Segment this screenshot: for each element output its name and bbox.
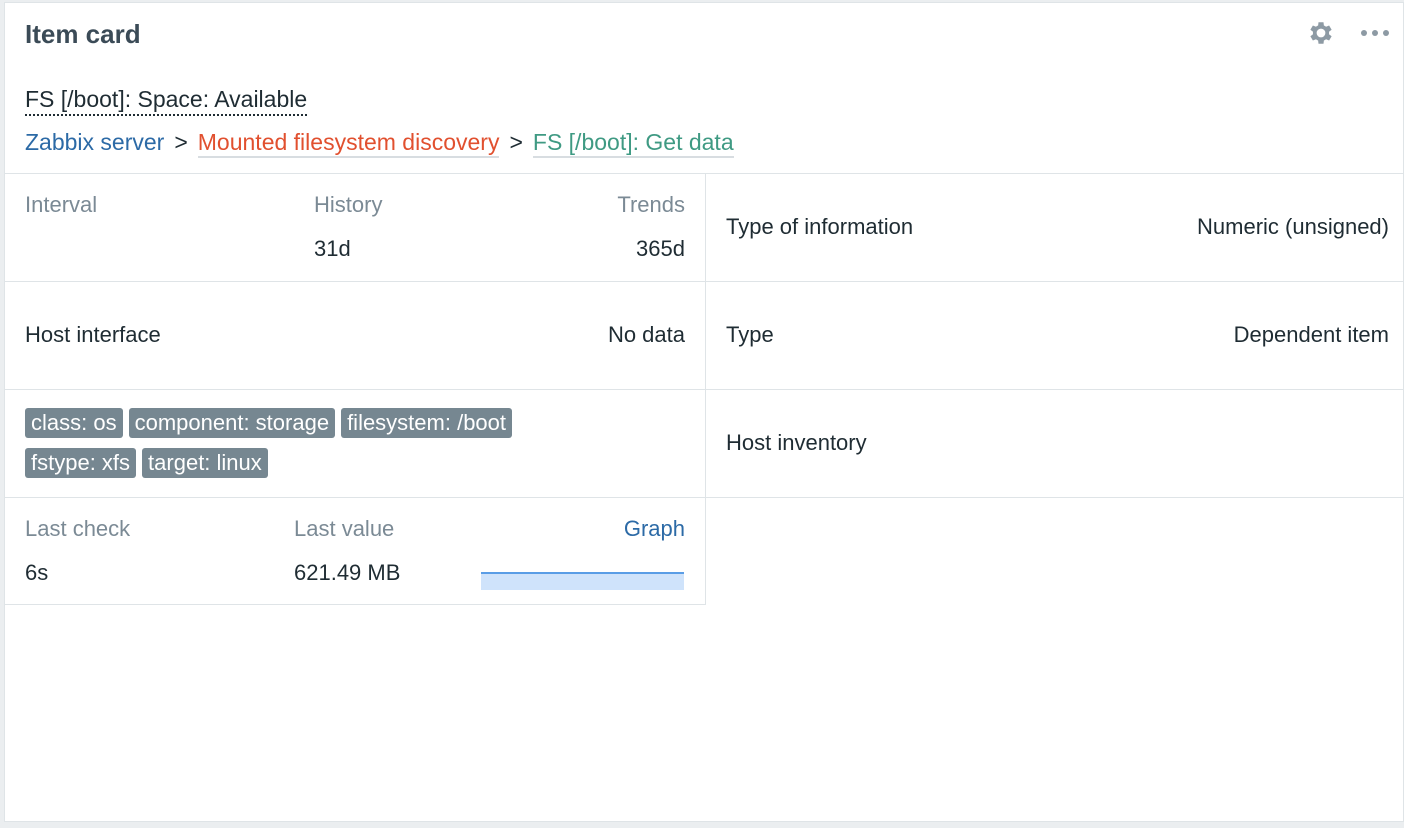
type-of-information-value: Numeric (unsigned) [1197,214,1389,239]
empty-section [706,497,1404,605]
host-inventory-label: Host inventory [726,430,867,455]
gear-icon[interactable] [1305,17,1337,49]
history-label: History [314,192,383,217]
item-name-link[interactable]: FS [/boot]: Space: Available [25,85,308,116]
breadcrumb-discovery-rule-link[interactable]: Mounted filesystem discovery [197,129,500,158]
host-inventory-section: Host inventory [706,389,1404,497]
last-check-label: Last check [25,516,131,541]
tag[interactable]: fstype: xfs [25,448,137,478]
host-interface-value: No data [607,322,685,347]
tag-list: class: os component: storage filesystem: /… [25,408,685,488]
sparkline-chart[interactable] [481,572,684,590]
host-interface-section: Host interface No data [5,281,706,389]
breadcrumb: Zabbix server > Mounted filesystem disco… [25,129,734,158]
breadcrumb-host-link[interactable]: Zabbix server [25,129,164,156]
breadcrumb-separator: > [174,129,188,155]
tag[interactable]: class: os [25,408,123,438]
type-of-information-section: Type of information Numeric (unsigned) [706,173,1404,281]
storage-section: Interval History 31d Trends 365d [5,173,706,281]
item-card-widget: Item card FS [/boot]: Space: Available Z… [4,2,1404,822]
trends-label: Trends [617,192,685,217]
tag[interactable]: component: storage [128,408,336,438]
type-of-information-label: Type of information [726,214,914,239]
history-value: 31d [314,236,351,261]
tag[interactable]: target: linux [142,448,268,478]
tags-section: class: os component: storage filesystem: /… [5,389,706,497]
widget-title: Item card [25,19,141,49]
type-section: Type Dependent item [706,281,1404,389]
more-horizontal-icon[interactable] [1359,17,1391,49]
latest-data-section: Last check 6s Last value 621.49 MB Graph [5,497,706,605]
graph-link[interactable]: Graph [624,516,685,542]
last-value-label: Last value [294,516,395,541]
breadcrumb-separator: > [509,129,523,155]
type-value: Dependent item [1233,322,1389,347]
breadcrumb-master-item-link[interactable]: FS [/boot]: Get data [532,129,734,158]
sparkline-area [481,573,684,590]
host-interface-label: Host interface [25,322,161,347]
tag[interactable]: filesystem: /boot [341,408,513,438]
widget-header-actions [1305,17,1391,49]
trends-value: 365d [636,236,685,261]
last-check-value: 6s [25,560,49,585]
last-value-value: 621.49 MB [294,560,401,585]
type-label: Type [726,322,774,347]
interval-label: Interval [25,192,98,217]
